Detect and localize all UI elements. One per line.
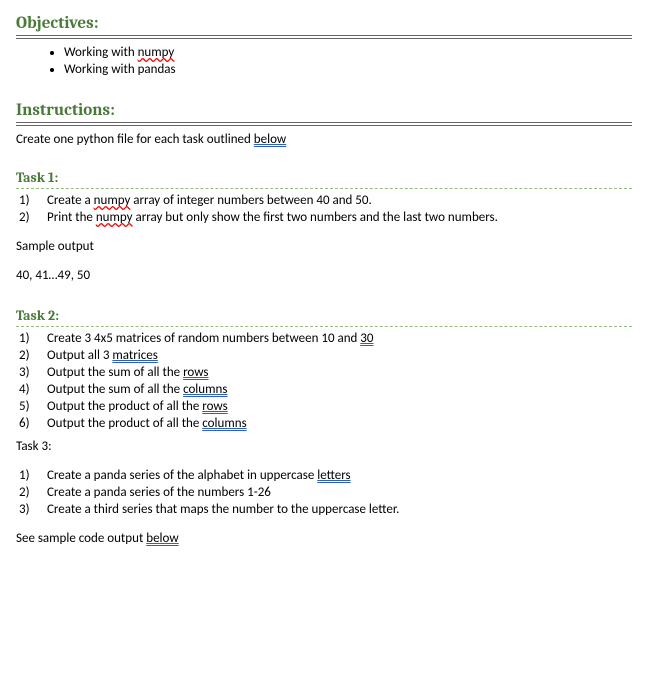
list-text: Output the product of all the columns — [47, 416, 632, 431]
list-item: 3) Create a third series that maps the n… — [16, 502, 632, 517]
list-text: Output the sum of all the columns — [47, 382, 632, 397]
list-item: 1) Create a panda series of the alphabet… — [16, 468, 632, 483]
list-number: 2) — [16, 348, 47, 363]
grammar-error: rows — [183, 365, 208, 380]
grammar-error: rows — [202, 399, 227, 414]
list-number: 1) — [16, 468, 47, 483]
list-text: Create a third series that maps the numb… — [47, 502, 632, 517]
task1-heading: Task 1: — [16, 169, 632, 186]
grammar-error: 30 — [360, 331, 373, 346]
list-number: 6) — [16, 416, 47, 431]
list-item: 2) Output all 3 matrices — [16, 348, 632, 363]
text: See sample code output — [16, 531, 146, 546]
list-number: 4) — [16, 382, 47, 397]
list-item: 1) Create 3 4x5 matrices of random numbe… — [16, 331, 632, 346]
sample-output-label: Sample output — [16, 239, 632, 254]
spell-error: numpy — [96, 210, 133, 225]
list-number: 3) — [16, 365, 47, 380]
spell-error: numpy — [138, 45, 175, 60]
text: Working with pandas — [64, 62, 176, 77]
task2-rule — [16, 326, 632, 327]
list-item: 4) Output the sum of all the columns — [16, 382, 632, 397]
list-number: 2) — [16, 485, 47, 500]
list-item: 2) Print the numpy array but only show t… — [16, 210, 632, 225]
grammar-error: letters — [317, 468, 350, 483]
list-text: Output all 3 matrices — [47, 348, 632, 363]
task1-list: 1) Create a numpy array of integer numbe… — [16, 193, 632, 225]
list-item: 5) Output the product of all the rows — [16, 399, 632, 414]
list-text: Create 3 4x5 matrices of random numbers … — [47, 331, 632, 346]
list-item: 3) Output the sum of all the rows — [16, 365, 632, 380]
list-number: 5) — [16, 399, 47, 414]
grammar-error: columns — [202, 416, 246, 431]
instructions-rule — [16, 122, 632, 126]
list-text: Output the sum of all the rows — [47, 365, 632, 380]
list-item: 2) Create a panda series of the numbers … — [16, 485, 632, 500]
grammar-error: below — [254, 132, 286, 147]
objectives-rule — [16, 35, 632, 39]
objective-item: Working with pandas — [64, 62, 632, 77]
text: Create one python file for each task out… — [16, 132, 254, 147]
text: Working with — [64, 45, 138, 60]
grammar-error: matrices — [112, 348, 157, 363]
instructions-text: Create one python file for each task out… — [16, 132, 632, 147]
list-item: 6) Output the product of all the columns — [16, 416, 632, 431]
list-number: 1) — [16, 331, 47, 346]
grammar-error: columns — [183, 382, 227, 397]
task2-heading: Task 2: — [16, 307, 632, 324]
spell-error: numpy — [94, 193, 131, 208]
task2-list: 1) Create 3 4x5 matrices of random numbe… — [16, 331, 632, 431]
instructions-heading: Instructions: — [16, 101, 632, 120]
list-text: Print the numpy array but only show the … — [47, 210, 632, 225]
list-number: 3) — [16, 502, 47, 517]
list-text: Create a panda series of the alphabet in… — [47, 468, 632, 483]
task3-heading: Task 3: — [16, 439, 632, 454]
list-text: Output the product of all the rows — [47, 399, 632, 414]
list-item: 1) Create a numpy array of integer numbe… — [16, 193, 632, 208]
task3-list: 1) Create a panda series of the alphabet… — [16, 468, 632, 517]
objectives-heading: Objectives: — [16, 14, 632, 33]
objectives-list: Working with numpy Working with pandas — [16, 45, 632, 77]
list-text: Create a panda series of the numbers 1-2… — [47, 485, 632, 500]
objective-item: Working with numpy — [64, 45, 632, 60]
list-number: 2) — [16, 210, 47, 225]
list-text: Create a numpy array of integer numbers … — [47, 193, 632, 208]
grammar-error: below — [146, 531, 178, 546]
task3-footer: See sample code output below — [16, 531, 632, 546]
sample-output-value: 40, 41…49, 50 — [16, 268, 632, 283]
list-number: 1) — [16, 193, 47, 208]
task1-rule — [16, 188, 632, 189]
